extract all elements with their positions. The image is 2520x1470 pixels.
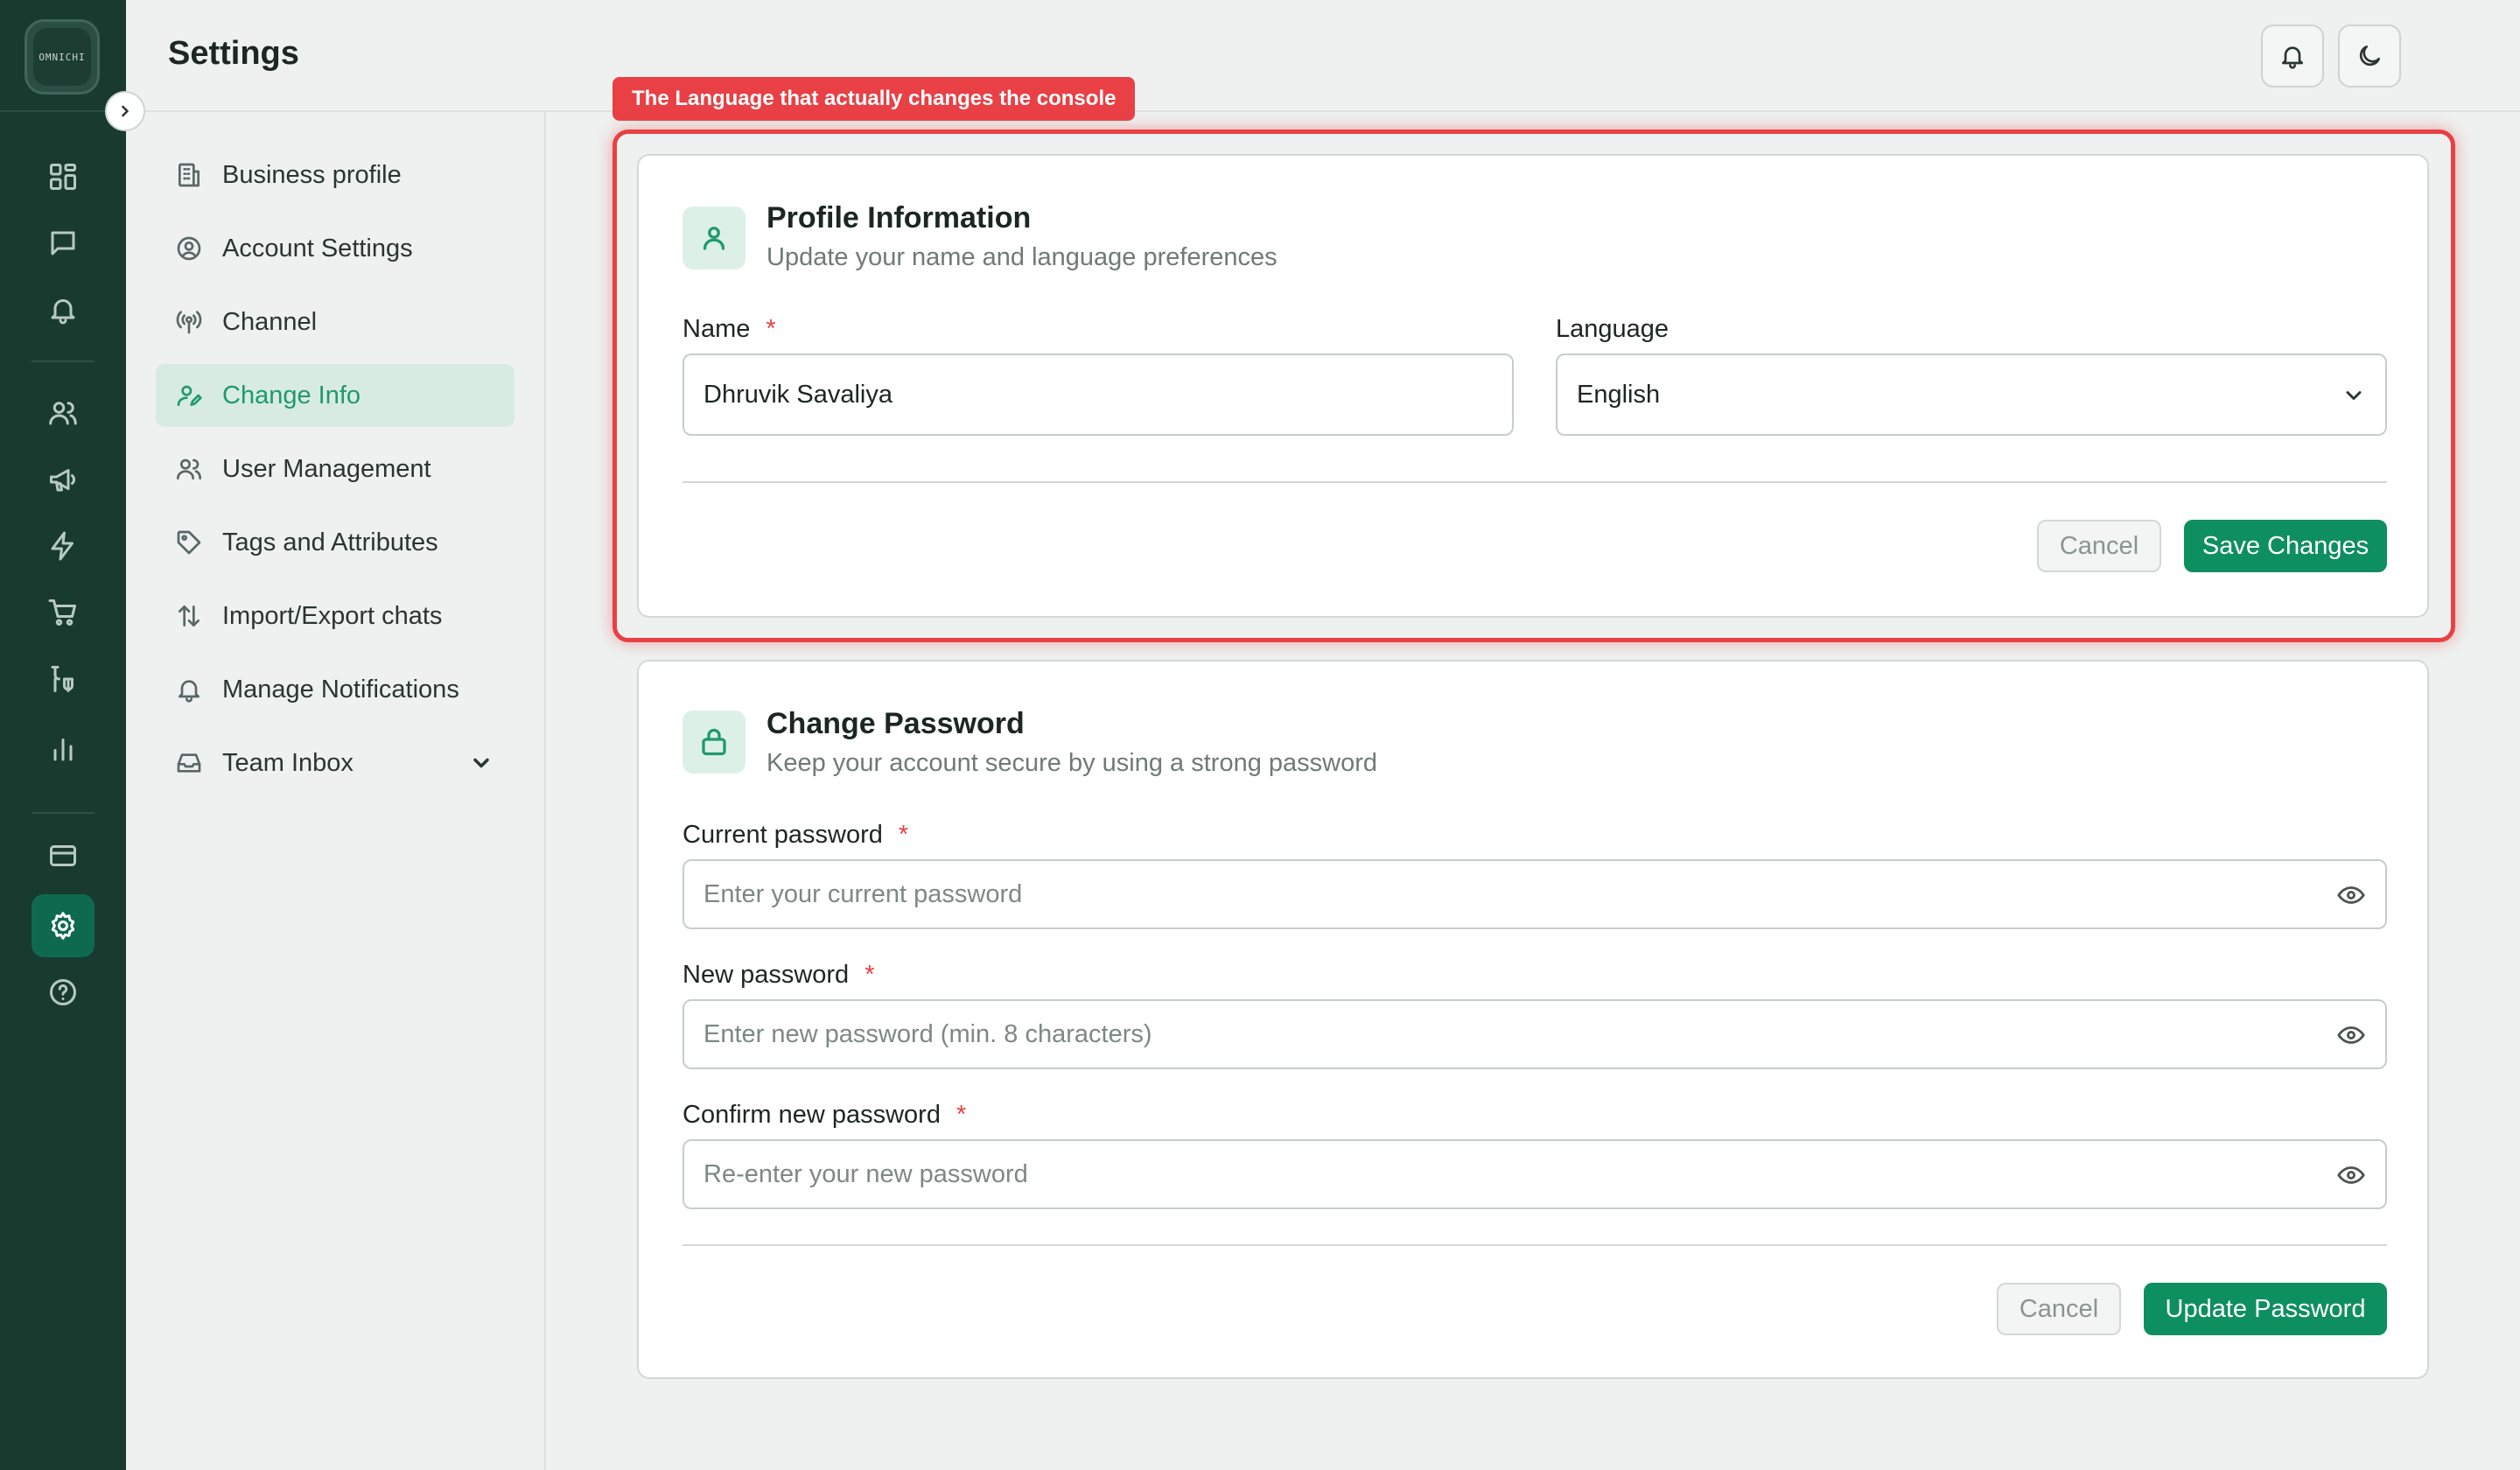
nav-item-business-profile[interactable]: Business profile: [156, 144, 514, 206]
card-title: Change Password: [766, 707, 1025, 740]
help-icon[interactable]: [32, 961, 94, 1024]
eye-icon[interactable]: [2336, 1160, 2366, 1197]
nav-item-user-management[interactable]: User Management: [156, 438, 514, 500]
required-marker: *: [864, 961, 875, 989]
bell-icon: [178, 680, 200, 703]
card-divider: [682, 481, 2387, 483]
nav-item-account-settings[interactable]: Account Settings: [156, 217, 514, 280]
icon-rail: OMNICHI: [0, 0, 126, 1470]
moon-icon: [2359, 46, 2380, 66]
card-subtitle: Keep your account secure by using a stro…: [766, 749, 1378, 777]
top-bar: Settings: [126, 0, 2520, 112]
confirm-password-label-text: Confirm new password: [682, 1101, 941, 1129]
change-password-card: Change Password Keep your account secure…: [637, 660, 2429, 1379]
cancel-password-button[interactable]: Cancel: [1997, 1283, 2121, 1335]
chevron-right-icon: [122, 105, 129, 117]
nav-label: Business profile: [222, 160, 402, 189]
bolt-icon[interactable]: [32, 514, 94, 578]
users-icon: [177, 458, 201, 480]
users-icon[interactable]: [32, 382, 94, 444]
notifications-button[interactable]: [2261, 24, 2324, 88]
profile-information-card: Profile Information Update your name and…: [637, 154, 2429, 618]
nav-label: Team Inbox: [222, 748, 354, 777]
confirm-password-placeholder: Re-enter your new password: [704, 1159, 1028, 1188]
name-input[interactable]: Dhruvik Savaliya: [682, 354, 1514, 436]
confirm-password-label: Confirm new password *: [682, 1101, 966, 1130]
card-icon: [682, 206, 746, 270]
required-marker: *: [956, 1101, 967, 1129]
settings-nav: Business profile Account Settings Channe…: [126, 112, 546, 1470]
dashboard-icon[interactable]: [32, 145, 94, 208]
nav-label: Change Info: [222, 381, 361, 410]
bell-icon[interactable]: [32, 278, 94, 341]
cancel-button[interactable]: Cancel: [2037, 520, 2161, 572]
required-marker: *: [766, 315, 776, 343]
nav-label: Account Settings: [222, 234, 413, 262]
chat-icon[interactable]: [32, 212, 94, 275]
chevron-down-icon: [2342, 383, 2366, 415]
name-label-text: Name: [682, 315, 751, 343]
new-password-placeholder: Enter new password (min. 8 characters): [704, 1019, 1152, 1048]
new-password-label-text: New password: [682, 961, 850, 989]
annotation-tag: The Language that actually changes the c…: [612, 77, 1136, 121]
save-changes-button[interactable]: Save Changes: [2184, 520, 2387, 572]
language-select-value: English: [1577, 380, 1661, 409]
lock-icon: [702, 728, 726, 756]
bar-chart-icon[interactable]: [32, 718, 94, 780]
current-password-input[interactable]: Enter your current password: [682, 859, 2387, 929]
nav-item-manage-notifications[interactable]: Manage Notifications: [156, 658, 514, 721]
required-marker: *: [898, 821, 909, 849]
eye-icon[interactable]: [2336, 1020, 2366, 1057]
app-logo[interactable]: OMNICHI: [24, 19, 100, 94]
name-input-value: Dhruvik Savaliya: [704, 380, 892, 409]
broadcast-icon: [176, 311, 202, 334]
nav-label: User Management: [222, 454, 431, 483]
card-divider: [682, 1244, 2387, 1246]
nav-item-channel[interactable]: Channel: [156, 290, 514, 354]
chevron-down-icon[interactable]: [469, 751, 494, 780]
rail-separator: [32, 812, 94, 814]
rail-separator: [32, 360, 94, 362]
eye-icon[interactable]: [2336, 880, 2366, 917]
nav-label: Import/Export chats: [222, 601, 443, 630]
nav-label: Tags and Attributes: [222, 528, 438, 556]
bell-icon: [2282, 46, 2303, 69]
inbox-icon: [177, 753, 201, 773]
credit-card-icon[interactable]: [32, 824, 94, 887]
arrows-updown-icon: [178, 606, 200, 626]
building-icon: [178, 163, 200, 187]
update-password-button[interactable]: Update Password: [2144, 1283, 2387, 1335]
new-password-input[interactable]: Enter new password (min. 8 characters): [682, 999, 2387, 1069]
sidebar-expand-button[interactable]: [105, 91, 145, 131]
current-password-label: Current password *: [682, 821, 908, 850]
nav-item-import-export[interactable]: Import/Export chats: [156, 584, 514, 648]
language-label: Language: [1556, 315, 1670, 343]
cart-icon[interactable]: [32, 581, 94, 644]
page-title: Settings: [168, 35, 299, 72]
user-icon: [703, 227, 725, 250]
nav-label: Manage Notifications: [222, 675, 459, 704]
confirm-password-input[interactable]: Re-enter your new password: [682, 1139, 2387, 1209]
user-circle-icon: [177, 236, 201, 261]
nav-item-team-inbox[interactable]: Team Inbox: [156, 732, 514, 794]
gear-icon[interactable]: [32, 894, 94, 957]
current-password-placeholder: Enter your current password: [704, 879, 1023, 908]
card-subtitle: Update your name and language preference…: [766, 243, 1278, 271]
language-select[interactable]: English: [1556, 354, 2387, 436]
nav-item-tags-and-attributes[interactable]: Tags and Attributes: [156, 511, 514, 574]
logo-text: OMNICHI: [33, 28, 91, 86]
flow-icon[interactable]: [32, 648, 94, 710]
megaphone-icon[interactable]: [32, 448, 94, 511]
current-password-label-text: Current password: [682, 821, 883, 849]
user-edit-icon: [177, 385, 202, 406]
new-password-label: New password *: [682, 961, 874, 990]
tag-icon: [177, 530, 201, 555]
card-icon: [682, 710, 746, 774]
nav-item-change-info[interactable]: Change Info: [156, 364, 514, 427]
card-title: Profile Information: [766, 201, 1032, 234]
name-label: Name *: [682, 315, 776, 344]
nav-label: Channel: [222, 307, 318, 336]
theme-toggle-button[interactable]: [2338, 24, 2401, 88]
